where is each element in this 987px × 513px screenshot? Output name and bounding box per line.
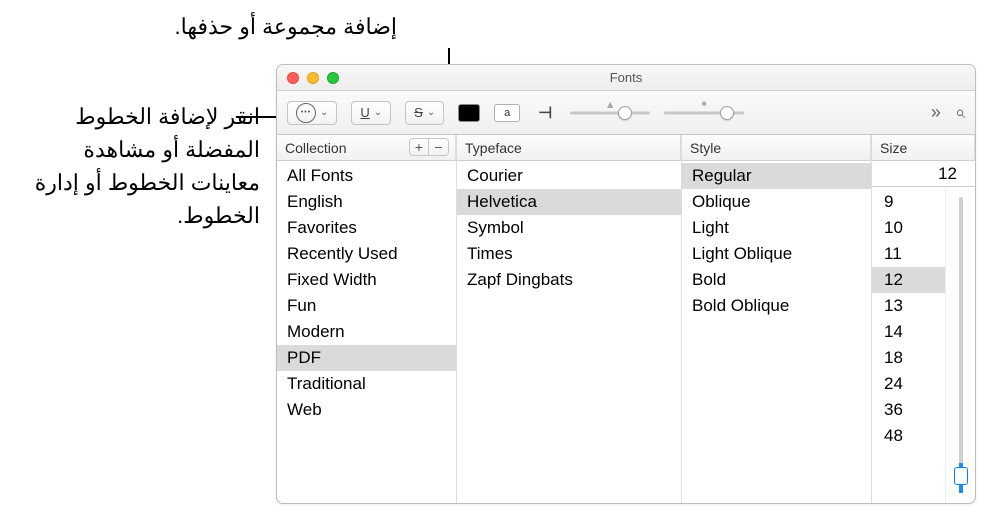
style-list[interactable]: RegularObliqueLightLight ObliqueBoldBold… xyxy=(682,161,871,503)
fonts-window: Fonts ••• ⌄ U ⌄ S ⌄ a ⊣ ▲ ■ » ⌕ xyxy=(276,64,976,504)
collection-item[interactable]: Fixed Width xyxy=(277,267,456,293)
chevron-down-icon: ⌄ xyxy=(320,107,328,118)
style-column: Style RegularObliqueLightLight ObliqueBo… xyxy=(682,135,872,503)
style-item[interactable]: Oblique xyxy=(682,189,871,215)
titlebar: Fonts xyxy=(277,65,975,91)
size-area: 9101112131418243648 xyxy=(872,187,975,503)
size-item[interactable]: 48 xyxy=(872,423,945,449)
style-header: Style xyxy=(682,135,871,161)
chevron-down-icon: ⌄ xyxy=(374,107,382,118)
slider-knob[interactable] xyxy=(618,106,632,120)
search-icon[interactable]: ⌕ xyxy=(955,102,965,123)
typeface-header-label: Typeface xyxy=(465,140,522,156)
typeface-item[interactable]: Helvetica xyxy=(457,189,681,215)
typeface-header: Typeface xyxy=(457,135,681,161)
collection-header-label: Collection xyxy=(285,140,346,156)
size-item[interactable]: 13 xyxy=(872,293,945,319)
underline-icon: U xyxy=(360,105,369,120)
collection-column: Collection + − All FontsEnglishFavorites… xyxy=(277,135,457,503)
size-item[interactable]: 24 xyxy=(872,371,945,397)
minimize-button[interactable] xyxy=(307,72,319,84)
slider-knob[interactable] xyxy=(954,467,968,485)
square-icon: ■ xyxy=(702,99,707,108)
shadow-blur-slider[interactable]: ■ xyxy=(664,101,744,125)
size-item[interactable]: 18 xyxy=(872,345,945,371)
toolbar: ••• ⌄ U ⌄ S ⌄ a ⊣ ▲ ■ » ⌕ xyxy=(277,91,975,135)
size-item[interactable]: 36 xyxy=(872,397,945,423)
zoom-button[interactable] xyxy=(327,72,339,84)
shadow-opacity-slider[interactable]: ▲ xyxy=(570,101,650,125)
size-item[interactable]: 12 xyxy=(872,267,945,293)
collection-item[interactable]: English xyxy=(277,189,456,215)
style-header-label: Style xyxy=(690,140,721,156)
collection-item[interactable]: Recently Used xyxy=(277,241,456,267)
size-slider[interactable] xyxy=(945,187,975,503)
close-button[interactable] xyxy=(287,72,299,84)
typeface-item[interactable]: Symbol xyxy=(457,215,681,241)
typeface-item[interactable]: Courier xyxy=(457,163,681,189)
remove-collection-button[interactable]: − xyxy=(429,138,449,156)
chevron-down-icon: ⌄ xyxy=(427,107,435,118)
size-column: Size 12 9101112131418243648 xyxy=(872,135,975,503)
style-item[interactable]: Bold xyxy=(682,267,871,293)
overflow-icon[interactable]: » xyxy=(931,102,941,123)
typeface-column: Typeface CourierHelveticaSymbolTimesZapf… xyxy=(457,135,682,503)
collection-add-remove: + − xyxy=(409,138,449,156)
collection-item[interactable]: Fun xyxy=(277,293,456,319)
style-item[interactable]: Light Oblique xyxy=(682,241,871,267)
callout-add-remove-group: إضافة مجموعة أو حذفها. xyxy=(175,10,398,43)
style-item[interactable]: Regular xyxy=(682,163,871,189)
typeface-list[interactable]: CourierHelveticaSymbolTimesZapf Dingbats xyxy=(457,161,681,503)
size-list[interactable]: 9101112131418243648 xyxy=(872,187,945,503)
window-controls xyxy=(277,72,339,84)
collection-header: Collection + − xyxy=(277,135,456,161)
size-header: Size xyxy=(872,135,975,161)
size-item[interactable]: 9 xyxy=(872,189,945,215)
size-item[interactable]: 11 xyxy=(872,241,945,267)
underline-button[interactable]: U ⌄ xyxy=(351,101,391,125)
collection-item[interactable]: Web xyxy=(277,397,456,423)
style-item[interactable]: Light xyxy=(682,215,871,241)
callout-manage-fonts: انقر لإضافة الخطوط المفضلة أو مشاهدة معا… xyxy=(10,100,260,232)
collection-item[interactable]: PDF xyxy=(277,345,456,371)
style-item[interactable]: Bold Oblique xyxy=(682,293,871,319)
slider-track xyxy=(959,197,963,493)
slider-track xyxy=(570,111,650,114)
collection-list[interactable]: All FontsEnglishFavoritesRecently UsedFi… xyxy=(277,161,456,503)
more-icon: ••• xyxy=(296,103,316,123)
collection-item[interactable]: All Fonts xyxy=(277,163,456,189)
triangle-icon: ▲ xyxy=(605,99,616,111)
collection-item[interactable]: Modern xyxy=(277,319,456,345)
slider-knob[interactable] xyxy=(720,106,734,120)
add-collection-button[interactable]: + xyxy=(409,138,429,156)
callout-leader-line xyxy=(236,116,276,118)
size-header-label: Size xyxy=(880,140,907,156)
strikethrough-icon: S xyxy=(414,105,423,120)
typeface-item[interactable]: Times xyxy=(457,241,681,267)
strikethrough-button[interactable]: S ⌄ xyxy=(405,101,444,125)
window-title: Fonts xyxy=(610,70,643,85)
font-browser: Collection + − All FontsEnglishFavorites… xyxy=(277,135,975,503)
text-color-swatch[interactable] xyxy=(458,104,480,122)
typeface-item[interactable]: Zapf Dingbats xyxy=(457,267,681,293)
text-shadow-button[interactable]: ⊣ xyxy=(534,101,556,125)
collection-item[interactable]: Traditional xyxy=(277,371,456,397)
size-item[interactable]: 14 xyxy=(872,319,945,345)
more-actions-button[interactable]: ••• ⌄ xyxy=(287,101,337,125)
collection-item[interactable]: Favorites xyxy=(277,215,456,241)
size-item[interactable]: 10 xyxy=(872,215,945,241)
size-current-field[interactable]: 12 xyxy=(872,161,975,187)
document-color-swatch[interactable]: a xyxy=(494,104,520,122)
